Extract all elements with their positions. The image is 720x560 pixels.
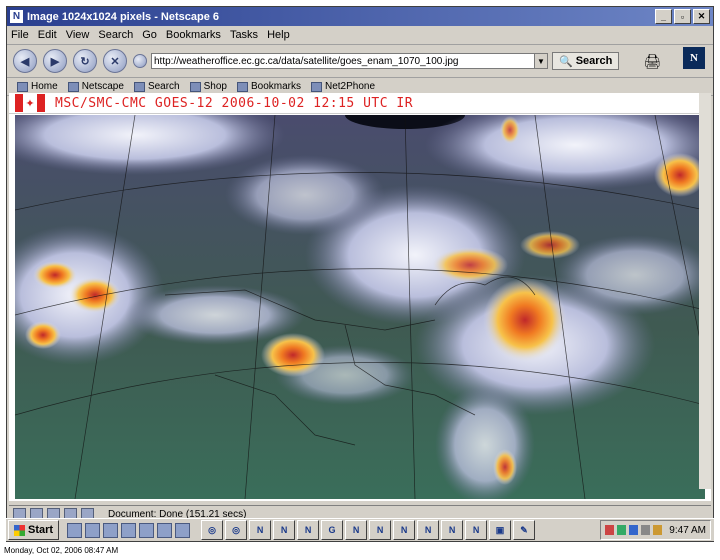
taskbar-window-button[interactable]: N bbox=[393, 520, 416, 540]
quick-launch-icon[interactable] bbox=[121, 522, 137, 538]
menu-search[interactable]: Search bbox=[98, 29, 133, 41]
phone-icon bbox=[311, 81, 322, 92]
quick-launch-icon[interactable] bbox=[67, 522, 83, 538]
taskbar-window-button[interactable]: N bbox=[249, 520, 272, 540]
tray-icon[interactable] bbox=[653, 525, 663, 535]
folder-icon bbox=[236, 81, 248, 92]
quick-launch-icon[interactable] bbox=[175, 522, 191, 538]
window-title: Image 1024x1024 pixels - Netscape 6 bbox=[27, 10, 220, 23]
browser-window: N Image 1024x1024 pixels - Netscape 6 _ … bbox=[6, 6, 714, 542]
satellite-ir-image[interactable] bbox=[15, 115, 705, 499]
stop-button[interactable]: ✕ bbox=[103, 49, 127, 73]
bookmark-bookmarks[interactable]: Bookmarks bbox=[236, 81, 301, 92]
minimize-button[interactable]: _ bbox=[655, 9, 672, 24]
quick-launch bbox=[67, 522, 193, 538]
taskbar-window-button[interactable]: N bbox=[441, 520, 464, 540]
taskbar-window-button[interactable]: G bbox=[321, 520, 344, 540]
tray-icon[interactable] bbox=[605, 525, 615, 535]
page-content: ✦ MSC/SMC-CMC GOES-12 2006-10-02 12:15 U… bbox=[9, 93, 711, 501]
clock: 9:47 AM bbox=[669, 524, 706, 536]
quick-launch-icon[interactable] bbox=[139, 522, 155, 538]
netscape-logo: N bbox=[683, 47, 705, 69]
menu-edit[interactable]: Edit bbox=[38, 29, 57, 41]
quick-launch-icon[interactable] bbox=[103, 522, 119, 538]
taskbar-window-button[interactable]: ◎ bbox=[225, 520, 248, 540]
search-icon bbox=[133, 81, 145, 92]
menu-go[interactable]: Go bbox=[142, 29, 157, 41]
taskbar-window-button[interactable]: ✎ bbox=[513, 520, 536, 540]
print-footer: Monday, Oct 02, 2006 08:47 AM bbox=[4, 546, 119, 555]
taskbar-window-button[interactable]: N bbox=[417, 520, 440, 540]
menu-bar: File Edit View Search Go Bookmarks Tasks… bbox=[7, 26, 713, 45]
windows-taskbar: Start ◎ ◎ N N N G N N N N N N ▣ ✎ 9:47 A… bbox=[6, 518, 714, 541]
navigation-toolbar: ◀ ▶ ↻ ✕ http://weatheroffice.ec.gc.ca/da… bbox=[7, 45, 713, 78]
url-text: http://weatheroffice.ec.gc.ca/data/satel… bbox=[154, 55, 459, 67]
url-dropdown-icon[interactable]: ▼ bbox=[534, 54, 547, 68]
start-label: Start bbox=[28, 524, 54, 536]
forward-button[interactable]: ▶ bbox=[43, 49, 67, 73]
netscape-icon bbox=[67, 81, 79, 92]
netscape-app-icon: N bbox=[10, 10, 23, 23]
title-bar: N Image 1024x1024 pixels - Netscape 6 _ … bbox=[7, 7, 713, 26]
print-icon[interactable]: 🖨 bbox=[643, 53, 661, 70]
reload-button[interactable]: ↻ bbox=[73, 49, 97, 73]
taskbar-window-button[interactable]: ▣ bbox=[489, 520, 512, 540]
taskbar-window-button[interactable]: ◎ bbox=[201, 520, 224, 540]
back-button[interactable]: ◀ bbox=[13, 49, 37, 73]
maximize-button[interactable]: ▫ bbox=[674, 9, 691, 24]
home-icon bbox=[17, 81, 28, 92]
page-icon bbox=[133, 54, 147, 68]
taskbar-window-button[interactable]: N bbox=[297, 520, 320, 540]
bookmark-home[interactable]: Home bbox=[17, 81, 58, 92]
bookmark-net2phone[interactable]: Net2Phone bbox=[311, 81, 375, 92]
taskbar-window-button[interactable]: N bbox=[345, 520, 368, 540]
menu-bookmarks[interactable]: Bookmarks bbox=[166, 29, 221, 41]
bookmark-search[interactable]: Search bbox=[133, 81, 180, 92]
search-button-label: Search bbox=[575, 55, 613, 67]
start-button[interactable]: Start bbox=[8, 520, 60, 540]
menu-file[interactable]: File bbox=[11, 29, 29, 41]
url-input[interactable]: http://weatheroffice.ec.gc.ca/data/satel… bbox=[151, 53, 548, 69]
menu-tasks[interactable]: Tasks bbox=[230, 29, 258, 41]
tray-icon[interactable] bbox=[629, 525, 639, 535]
bookmark-shop[interactable]: Shop bbox=[189, 81, 227, 92]
search-icon: 🔍 bbox=[559, 55, 573, 68]
quick-launch-icon[interactable] bbox=[85, 522, 101, 538]
canada-flag-icon: ✦ bbox=[15, 94, 45, 112]
windows-logo-icon bbox=[14, 524, 25, 536]
quick-launch-icon[interactable] bbox=[157, 522, 173, 538]
vertical-scrollbar[interactable] bbox=[699, 93, 711, 489]
menu-help[interactable]: Help bbox=[267, 29, 290, 41]
shop-icon bbox=[189, 81, 201, 92]
satellite-image-header: ✦ MSC/SMC-CMC GOES-12 2006-10-02 12:15 U… bbox=[9, 93, 711, 114]
tray-icon[interactable] bbox=[641, 525, 651, 535]
taskbar-buttons: ◎ ◎ N N N G N N N N N N ▣ ✎ bbox=[201, 520, 537, 540]
tray-icon[interactable] bbox=[617, 525, 627, 535]
satellite-header-text: MSC/SMC-CMC GOES-12 2006-10-02 12:15 UTC… bbox=[55, 95, 414, 111]
close-button[interactable]: ✕ bbox=[693, 9, 710, 24]
taskbar-window-button[interactable]: N bbox=[369, 520, 392, 540]
menu-view[interactable]: View bbox=[66, 29, 90, 41]
taskbar-window-button[interactable]: N bbox=[273, 520, 296, 540]
taskbar-window-button[interactable]: N bbox=[465, 520, 488, 540]
bookmark-netscape[interactable]: Netscape bbox=[67, 81, 124, 92]
system-tray: 9:47 AM bbox=[600, 520, 711, 540]
search-button[interactable]: 🔍 Search bbox=[552, 52, 620, 70]
